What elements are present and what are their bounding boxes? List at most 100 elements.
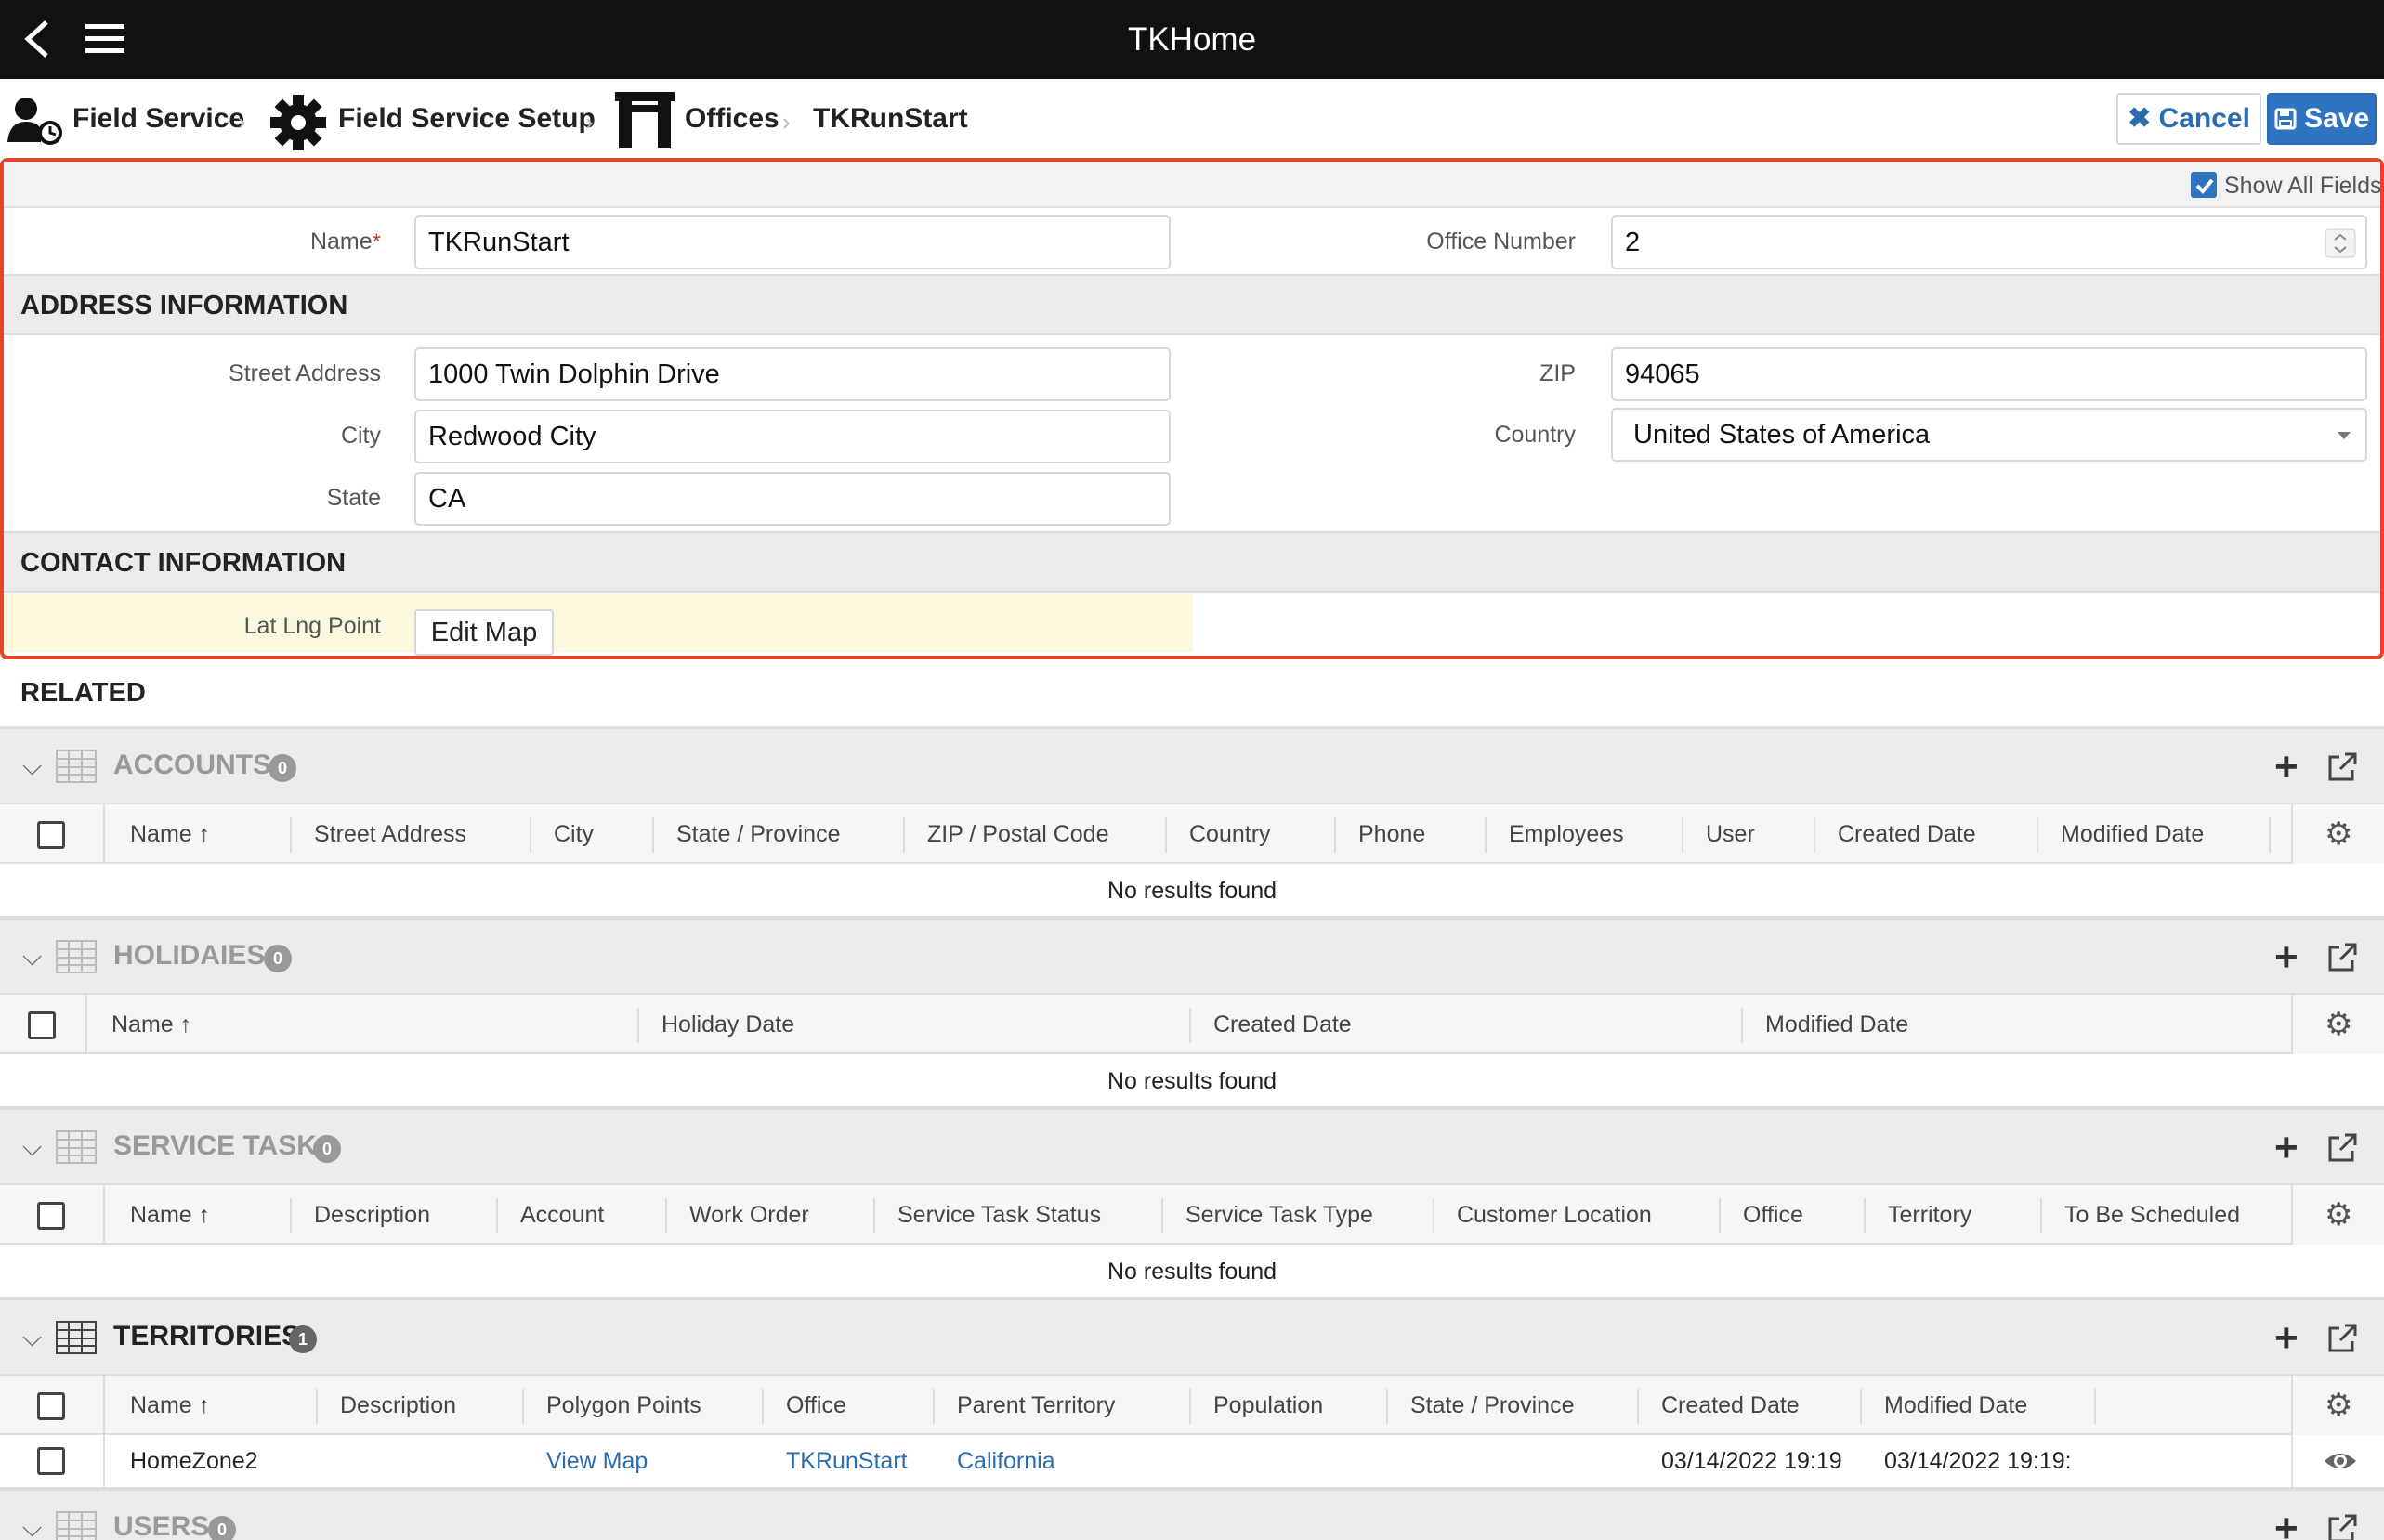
column-settings-cell: ⚙ — [2291, 804, 2384, 864]
column-header[interactable]: Polygon Points — [546, 1376, 701, 1435]
column-header[interactable]: Name ↑ — [130, 1376, 210, 1435]
cancel-button[interactable]: ✖ Cancel — [2116, 93, 2261, 145]
street-address-input[interactable]: 1000 Twin Dolphin Drive — [414, 347, 1171, 401]
column-header[interactable]: Employees — [1509, 804, 1624, 864]
column-header[interactable]: Created Date — [1838, 804, 1976, 864]
breadcrumb-field-service-setup[interactable]: Field Service Setup — [338, 79, 596, 159]
column-header[interactable]: Account — [520, 1185, 604, 1245]
column-header[interactable]: Holiday Date — [661, 995, 794, 1054]
breadcrumb-field-service[interactable]: Field Service — [72, 79, 244, 159]
external-link-icon[interactable] — [2326, 1132, 2358, 1164]
holidays-header[interactable]: ⌵ HOLIDAIES 0 + — [0, 917, 2384, 993]
column-header[interactable]: State / Province — [1410, 1376, 1574, 1435]
column-header[interactable]: Name ↑ — [111, 995, 191, 1054]
column-header[interactable]: Office — [1743, 1185, 1803, 1245]
service-tasks-count-badge: 0 — [313, 1135, 341, 1163]
external-link-icon[interactable] — [2326, 1513, 2358, 1540]
accounts-header[interactable]: ⌵ ACCOUNTS 0 + — [0, 726, 2384, 803]
column-header[interactable]: To Be Scheduled — [2064, 1185, 2240, 1245]
number-spinner-icon[interactable] — [2325, 228, 2356, 258]
territories-header[interactable]: ⌵ TERRITORIES 1 + — [0, 1298, 2384, 1374]
row-checkbox[interactable] — [37, 1447, 65, 1475]
add-icon[interactable]: + — [2274, 1506, 2299, 1540]
service-tasks-header[interactable]: ⌵ SERVICE TASKS 0 + — [0, 1107, 2384, 1183]
select-all-checkbox[interactable] — [37, 1392, 65, 1420]
parent-territory-link[interactable]: California — [957, 1435, 1055, 1487]
column-header[interactable]: User — [1706, 804, 1755, 864]
add-icon[interactable]: + — [2274, 744, 2299, 790]
gear-icon[interactable]: ⚙ — [2325, 1196, 2352, 1233]
view-map-link[interactable]: View Map — [546, 1435, 648, 1487]
show-all-fields-checkbox[interactable] — [2191, 172, 2217, 198]
office-number-input[interactable]: 2 — [1611, 215, 2367, 269]
name-input[interactable]: TKRunStart — [414, 215, 1171, 269]
breadcrumb: Field Service › Field Service Setup › Of… — [0, 79, 2384, 159]
office-link[interactable]: TKRunStart — [786, 1435, 908, 1487]
territory-name-cell[interactable]: HomeZone2 — [130, 1435, 258, 1487]
add-icon[interactable]: + — [2274, 934, 2299, 981]
breadcrumb-offices[interactable]: Offices — [685, 79, 779, 159]
column-header[interactable]: Phone — [1358, 804, 1425, 864]
column-header[interactable]: State / Province — [676, 804, 840, 864]
required-asterisk: * — [372, 229, 381, 254]
column-header[interactable]: Service Task Status — [897, 1185, 1101, 1245]
table-row[interactable]: HomeZone2 View Map TKRunStart California… — [0, 1435, 2384, 1489]
column-header[interactable]: Created Date — [1213, 995, 1352, 1054]
country-select[interactable]: United States of America — [1611, 408, 2367, 462]
service-tasks-panel: ⌵ SERVICE TASKS 0 + Name ↑ Description A… — [0, 1107, 2384, 1299]
gear-icon[interactable]: ⚙ — [2325, 816, 2352, 853]
city-input[interactable]: Redwood City — [414, 410, 1171, 463]
save-button[interactable]: Save — [2267, 93, 2377, 145]
column-divider — [522, 1389, 524, 1424]
row-view-cell — [2291, 1435, 2384, 1487]
add-icon[interactable]: + — [2274, 1315, 2299, 1362]
column-header[interactable]: Office — [786, 1376, 846, 1435]
column-divider — [1189, 1008, 1191, 1043]
territories-count-badge: 1 — [289, 1325, 317, 1353]
column-header[interactable]: Street Address — [314, 804, 466, 864]
add-icon[interactable]: + — [2274, 1125, 2299, 1171]
column-header[interactable]: City — [554, 804, 594, 864]
external-link-icon[interactable] — [2326, 751, 2358, 783]
column-header[interactable]: Territory — [1888, 1185, 1971, 1245]
column-header[interactable]: Modified Date — [2061, 804, 2204, 864]
collapse-chevron-icon[interactable]: ⌵ — [22, 1513, 42, 1540]
external-link-icon[interactable] — [2326, 942, 2358, 973]
column-header[interactable]: Customer Location — [1457, 1185, 1652, 1245]
state-input[interactable]: CA — [414, 472, 1171, 526]
external-link-icon[interactable] — [2326, 1323, 2358, 1354]
users-header[interactable]: ⌵ USERS 0 + — [0, 1488, 2384, 1540]
select-all-checkbox[interactable] — [28, 1011, 56, 1039]
column-header[interactable]: Description — [340, 1376, 456, 1435]
column-header[interactable]: Name ↑ — [130, 1185, 210, 1245]
column-header[interactable]: Country — [1189, 804, 1271, 864]
column-header[interactable]: Work Order — [689, 1185, 809, 1245]
column-divider — [637, 1008, 639, 1043]
column-header[interactable]: Created Date — [1661, 1376, 1800, 1435]
column-header[interactable]: Modified Date — [1884, 1376, 2027, 1435]
collapse-chevron-icon[interactable]: ⌵ — [22, 942, 42, 972]
edit-map-button[interactable]: Edit Map — [414, 609, 554, 656]
collapse-chevron-icon[interactable]: ⌵ — [22, 1132, 42, 1163]
row-select-cell — [0, 1435, 105, 1487]
column-header[interactable]: Population — [1213, 1376, 1323, 1435]
select-all-checkbox[interactable] — [37, 821, 65, 849]
column-divider — [496, 1198, 498, 1233]
gear-icon[interactable]: ⚙ — [2325, 1006, 2352, 1043]
column-header[interactable]: Description — [314, 1185, 430, 1245]
column-header[interactable]: Parent Territory — [957, 1376, 1115, 1435]
lat-lng-point-label: Lat Lng Point — [243, 613, 381, 639]
column-header[interactable]: ZIP / Postal Code — [927, 804, 1108, 864]
zip-input[interactable]: 94065 — [1611, 347, 2367, 401]
column-header[interactable]: Name ↑ — [130, 804, 210, 864]
column-header[interactable]: Service Task Type — [1185, 1185, 1373, 1245]
collapse-chevron-icon[interactable]: ⌵ — [22, 751, 42, 782]
accounts-title: ACCOUNTS — [113, 750, 271, 780]
column-divider — [1334, 817, 1336, 853]
select-all-checkbox[interactable] — [37, 1202, 65, 1230]
eye-icon[interactable] — [2323, 1448, 2358, 1474]
contact-information-section: CONTACT INFORMATION — [4, 531, 2380, 593]
column-header[interactable]: Modified Date — [1765, 995, 1908, 1054]
collapse-chevron-icon[interactable]: ⌵ — [22, 1323, 42, 1353]
gear-icon[interactable]: ⚙ — [2325, 1387, 2352, 1424]
